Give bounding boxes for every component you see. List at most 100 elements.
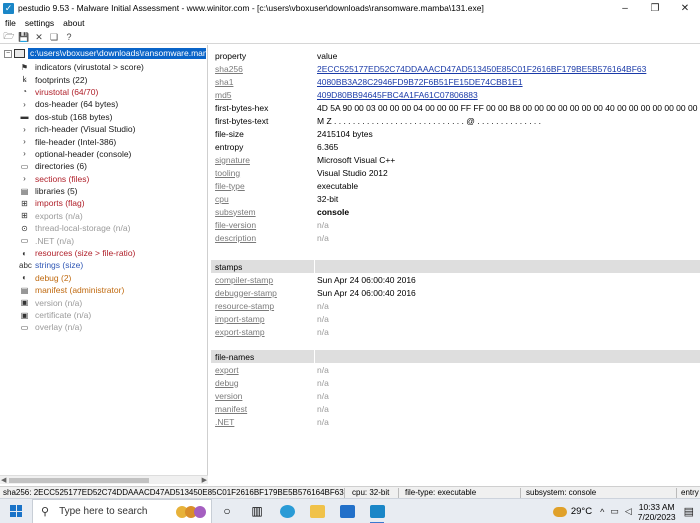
table-row[interactable]: file-version n/a [211, 218, 700, 231]
menu-file[interactable]: file [5, 18, 16, 28]
property-cell-text[interactable]: signature [215, 155, 250, 165]
value-cell-text[interactable]: 2ECC525177ED52C74DDAAACD47AD513450E85C01… [317, 64, 646, 74]
value-cell-text[interactable]: 409D80BB94645FBC4A1FA61C07806883 [317, 90, 478, 100]
table-row[interactable]: version n/a [211, 389, 700, 402]
property-cell-text[interactable]: version [215, 391, 242, 401]
value-cell-text[interactable]: 4080BB3A28C2946FD9B72F6B51FE15DE74CBB1E1 [317, 77, 523, 87]
tree-item[interactable]: abc strings (size) [19, 259, 144, 271]
task-view-icon[interactable]: ▥ [242, 499, 272, 523]
table-row[interactable]: .NET n/a [211, 415, 700, 428]
section-header-stamps[interactable]: stamps [211, 260, 700, 273]
copy-icon[interactable]: ❏ [48, 32, 60, 43]
scroll-right-icon[interactable]: ▶ [202, 476, 207, 484]
property-cell-text[interactable]: debugger-stamp [215, 288, 277, 298]
table-row[interactable]: signature Microsoft Visual C++ [211, 153, 700, 166]
property-cell-text[interactable]: md5 [215, 90, 232, 100]
tree-item[interactable]: ▭ .NET (n/a) [19, 234, 144, 246]
tree-item[interactable]: ⊙ thread-local-storage (n/a) [19, 222, 144, 234]
property-cell-text[interactable]: subsystem [215, 207, 256, 217]
minimize-button[interactable]: – [610, 0, 640, 16]
table-row[interactable]: first-bytes-hex 4D 5A 90 00 03 00 00 00 0… [211, 101, 700, 114]
tree-item[interactable]: ⊞ imports (flag) [19, 197, 144, 209]
volume-icon[interactable]: ◁ [625, 506, 632, 517]
property-cell-text[interactable]: file-type [215, 181, 245, 191]
tree-item[interactable]: ꝃ footprints (22) [19, 73, 144, 85]
scroll-left-icon[interactable]: ◀ [1, 476, 6, 484]
tree-item[interactable]: ▣ certificate (n/a) [19, 309, 144, 321]
tree-item[interactable]: › file-header (Intel-386) [19, 135, 144, 147]
tree-item[interactable]: ◐ resources (size > file-ratio) [19, 247, 144, 259]
tree-root[interactable]: − c:\users\vboxuser\downloads\ransomware… [4, 48, 206, 59]
tree-item[interactable]: › sections (files) [19, 173, 144, 185]
table-row[interactable]: manifest n/a [211, 402, 700, 415]
property-cell-text[interactable]: file-version [215, 220, 256, 230]
table-row[interactable]: file-type executable [211, 179, 700, 192]
property-cell-text[interactable]: sha1 [215, 77, 233, 87]
table-row[interactable]: export n/a [211, 363, 700, 376]
table-row[interactable]: md5 409D80BB94645FBC4A1FA61C07806883 [211, 88, 700, 101]
property-cell-text[interactable]: compiler-stamp [215, 275, 273, 285]
tree-item[interactable]: ▭ overlay (n/a) [19, 321, 144, 333]
table-row[interactable]: entropy 6.365 [211, 140, 700, 153]
table-row[interactable]: sha256 2ECC525177ED52C74DDAAACD47AD513450… [211, 62, 700, 75]
scrollbar-thumb[interactable] [9, 478, 149, 483]
tree-item[interactable]: ▣ version (n/a) [19, 296, 144, 308]
clock[interactable]: 10:33 AM 7/20/2023 [638, 502, 676, 522]
property-cell-text[interactable]: description [215, 233, 256, 243]
network-icon[interactable]: ▭ [610, 506, 619, 517]
table-row[interactable]: resource-stamp n/a [211, 299, 700, 312]
table-row[interactable]: import-stamp n/a [211, 312, 700, 325]
menu-about[interactable]: about [63, 18, 84, 28]
tree-item[interactable]: ◐ debug (2) [19, 272, 144, 284]
maximize-button[interactable]: ❐ [640, 0, 670, 16]
collapse-icon[interactable]: − [4, 49, 12, 58]
tree-item[interactable]: ⊞ exports (n/a) [19, 210, 144, 222]
taskbar-search[interactable]: ⚲ Type here to search [32, 498, 212, 523]
table-row[interactable]: export-stamp n/a [211, 325, 700, 338]
property-cell-text[interactable]: resource-stamp [215, 301, 274, 311]
mail-icon[interactable] [332, 499, 362, 523]
tree-item[interactable]: ▤ manifest (administrator) [19, 284, 144, 296]
table-row[interactable]: compiler-stamp Sun Apr 24 06:00:40 2016 [211, 273, 700, 286]
table-row[interactable]: debugger-stamp Sun Apr 24 06:00:40 2016 [211, 286, 700, 299]
tree-horizontal-scrollbar[interactable]: ◀ ▶ [0, 475, 208, 484]
edge-icon[interactable] [272, 499, 302, 523]
pestudio-taskbar-icon[interactable] [362, 499, 392, 523]
tree-item[interactable]: › dos-header (64 bytes) [19, 98, 144, 110]
tree-item[interactable]: ▭ directories (6) [19, 160, 144, 172]
table-row[interactable]: sha1 4080BB3A28C2946FD9B72F6B51FE15DE74CB… [211, 75, 700, 88]
weather-widget[interactable]: 29°C [552, 506, 592, 517]
start-button[interactable] [0, 499, 32, 523]
cortana-icon[interactable]: ○ [212, 499, 242, 523]
property-cell-text[interactable]: debug [215, 378, 239, 388]
table-row[interactable]: file-size 2415104 bytes [211, 127, 700, 140]
tree-item[interactable]: › optional-header (console) [19, 148, 144, 160]
table-row[interactable]: cpu 32-bit [211, 192, 700, 205]
tray-chevron-icon[interactable]: ^ [600, 507, 604, 517]
close-button[interactable]: ✕ [670, 0, 700, 16]
section-header-file-names[interactable]: file-names [211, 350, 700, 363]
table-row[interactable]: description n/a [211, 231, 700, 244]
tree-item[interactable]: ▬ dos-stub (168 bytes) [19, 111, 144, 123]
tree-item[interactable]: › rich-header (Visual Studio) [19, 123, 144, 135]
open-folder-icon[interactable]: 🗁 [3, 31, 15, 43]
property-cell-text[interactable]: .NET [215, 417, 234, 427]
property-cell-text[interactable]: export-stamp [215, 327, 265, 337]
property-cell-text[interactable]: manifest [215, 404, 247, 414]
property-cell-text[interactable]: sha256 [215, 64, 243, 74]
tree-item[interactable]: ⚑ indicators (virustotal > score) [19, 61, 144, 73]
help-icon[interactable]: ? [63, 32, 75, 43]
save-icon[interactable]: 💾 [18, 32, 30, 43]
close-file-icon[interactable]: ✕ [33, 32, 45, 43]
table-row[interactable]: tooling Visual Studio 2012 [211, 166, 700, 179]
property-cell-text[interactable]: cpu [215, 194, 229, 204]
tree-item[interactable]: ◔ virustotal (64/70) [19, 86, 144, 98]
table-row[interactable]: debug n/a [211, 376, 700, 389]
menu-settings[interactable]: settings [25, 18, 54, 28]
tree-root-label[interactable]: c:\users\vboxuser\downloads\ransomware.m… [28, 48, 206, 59]
property-cell-text[interactable]: import-stamp [215, 314, 265, 324]
tree-item[interactable]: ▤ libraries (5) [19, 185, 144, 197]
table-row[interactable]: subsystem console [211, 205, 700, 218]
property-cell-text[interactable]: tooling [215, 168, 240, 178]
file-explorer-icon[interactable] [302, 499, 332, 523]
